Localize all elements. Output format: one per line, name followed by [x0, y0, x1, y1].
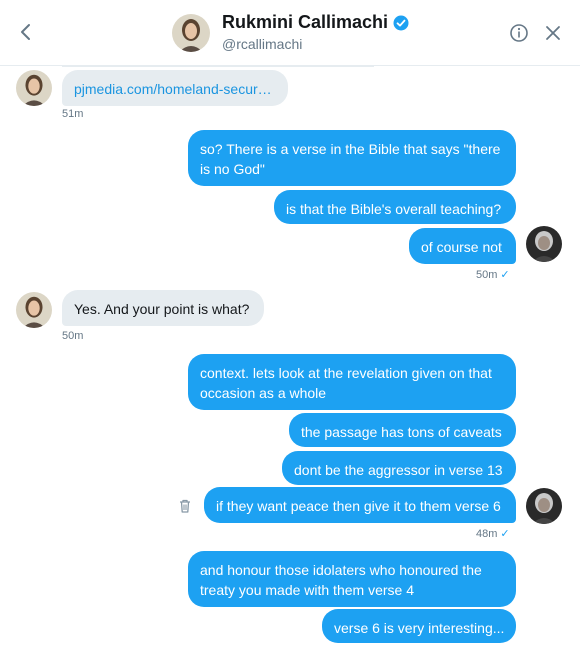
message-bubble[interactable]: if they want peace then give it to them …: [204, 487, 516, 523]
timestamp-text: 50m: [476, 269, 498, 281]
message-text: context. lets look at the revelation giv…: [200, 365, 492, 381]
message-bubble[interactable]: of course not: [409, 228, 516, 264]
message-text: is no God": [200, 161, 265, 177]
message-text: occasion as a whole: [200, 385, 327, 401]
my-avatar[interactable]: [526, 226, 562, 262]
contact-name[interactable]: Rukmini Callimachi: [222, 12, 409, 33]
my-avatar[interactable]: [526, 488, 562, 524]
back-button[interactable]: [14, 20, 38, 44]
message-bubble[interactable]: so? There is a verse in the Bible that s…: [188, 130, 516, 186]
message-text: dont be the aggressor in verse 13: [294, 462, 503, 478]
read-check-icon: ✓: [500, 269, 510, 281]
contact-handle: @rcallimachi: [222, 36, 303, 52]
header-avatar[interactable]: [172, 14, 210, 52]
timestamp-text: 48m: [476, 528, 498, 540]
message-text: is that the Bible's overall teaching?: [286, 201, 502, 217]
message-text: if they want peace then give it to them …: [216, 498, 501, 514]
verified-badge-icon: [393, 15, 409, 30]
message-thread[interactable]: pjmedia.com/homeland-secur… 51m so? Ther…: [0, 66, 580, 649]
trash-icon[interactable]: [177, 498, 193, 514]
close-icon: [546, 26, 560, 40]
message-bubble[interactable]: the passage has tons of caveats: [289, 413, 516, 447]
contact-avatar[interactable]: [16, 292, 52, 328]
message-text: Yes. And your point is what?: [74, 301, 250, 317]
read-check-icon: ✓: [500, 528, 510, 540]
message-bubble[interactable]: and honour those idolaters who honoured …: [188, 551, 516, 607]
info-icon: [510, 24, 528, 42]
message-bubble[interactable]: verse 6 is very interesting...: [322, 609, 516, 643]
info-button[interactable]: [508, 22, 530, 44]
message-text: the passage has tons of caveats: [301, 424, 502, 440]
message-bubble[interactable]: dont be the aggressor in verse 13: [282, 451, 516, 485]
divider: [62, 66, 374, 67]
message-text: of course not: [421, 239, 502, 255]
message-text: verse 6 is very interesting...: [334, 620, 505, 636]
message-bubble[interactable]: is that the Bible's overall teaching?: [274, 190, 516, 224]
message-timestamp: 51m: [62, 108, 84, 120]
message-link[interactable]: pjmedia.com/homeland-secur…: [74, 81, 272, 97]
contact-avatar[interactable]: [16, 70, 52, 106]
message-bubble[interactable]: context. lets look at the revelation giv…: [188, 354, 516, 410]
message-text: and honour those idolaters who honoured …: [200, 562, 482, 578]
conversation-header: Rukmini Callimachi @rcallimachi: [0, 0, 580, 66]
chevron-left-icon: [21, 24, 30, 40]
message-text: treaty you made with them verse 4: [200, 582, 414, 598]
close-button[interactable]: [542, 22, 564, 44]
message-bubble-link[interactable]: pjmedia.com/homeland-secur…: [62, 70, 288, 106]
message-timestamp: 50m ✓: [476, 268, 510, 281]
message-timestamp: 50m: [62, 330, 84, 342]
message-bubble[interactable]: Yes. And your point is what?: [62, 290, 264, 326]
contact-name-text: Rukmini Callimachi: [222, 12, 389, 32]
message-text: so? There is a verse in the Bible that s…: [200, 141, 501, 157]
message-timestamp: 48m ✓: [476, 527, 510, 540]
